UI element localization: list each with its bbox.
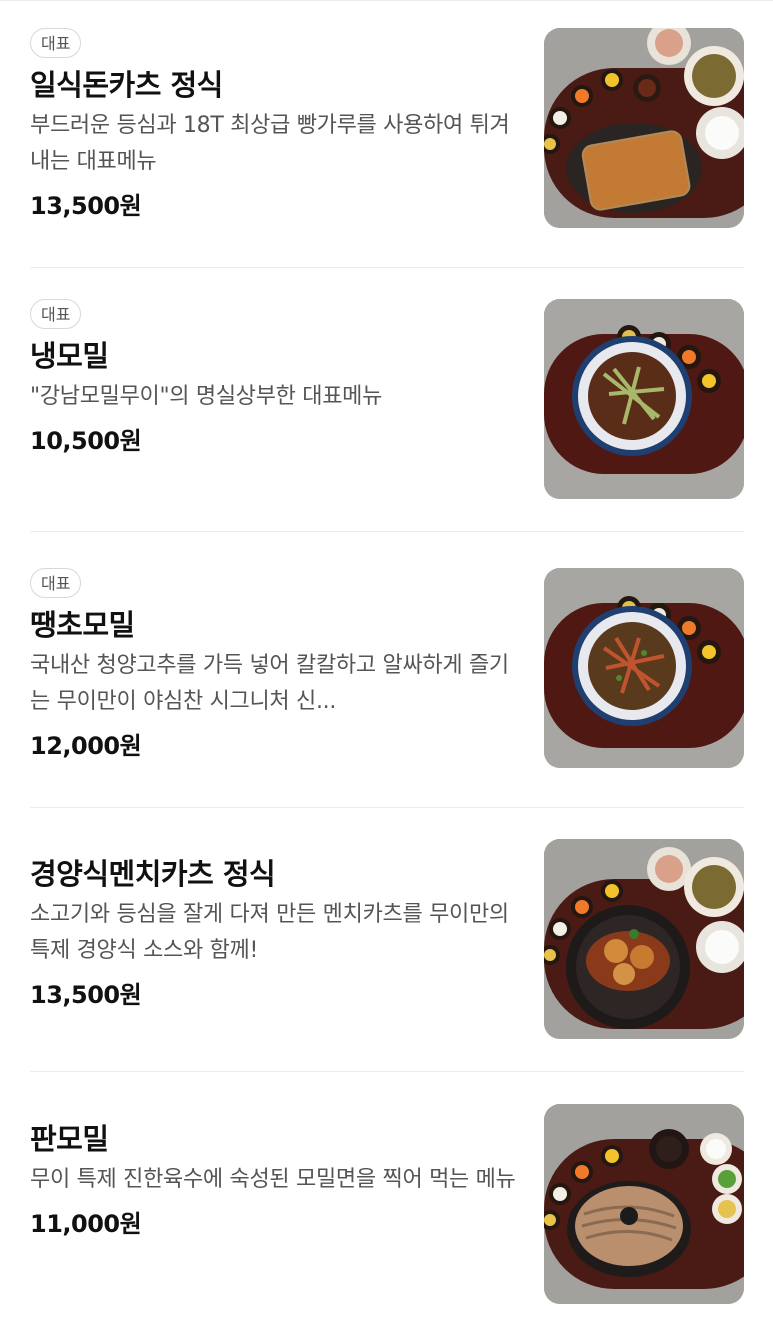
menu-item-price: 13,500원	[30, 192, 142, 220]
menu-item-price: 11,000원	[30, 1210, 142, 1238]
menu-item-info: 대표 냉모밀 "강남모밀무이"의 명실상부한 대표메뉴 10,500원	[30, 299, 520, 456]
menu-item-description: 무이 특제 진한육수에 숙성된 모밀면을 찍어 먹는 메뉴	[30, 1167, 516, 1192]
menchi-katsu-set-photo	[544, 839, 744, 1039]
menu-item[interactable]: 대표 땡초모밀 국내산 청양고추를 가득 넣어 칼칼하고 알싸하게 즐기는 무이…	[30, 568, 744, 768]
menu-item-name: 일식돈카츠 정식	[30, 68, 223, 102]
menu-item-photo[interactable]	[544, 1104, 744, 1304]
menu-item-name: 경양식멘치카츠 정식	[30, 857, 276, 891]
menu-item-photo[interactable]	[544, 839, 744, 1039]
menu-item[interactable]: 대표 일식돈카츠 정식 부드러운 등심과 18T 최상급 빵가루를 사용하여 튀…	[30, 28, 744, 228]
top-divider	[0, 0, 773, 1]
menu-item-description: 소고기와 등심을 잘게 다져 만든 멘치카츠를 무이만의 특제 경양식 소스와 …	[30, 902, 509, 963]
tonkatsu-set-photo	[544, 28, 744, 228]
menu-item[interactable]: 경양식멘치카츠 정식 소고기와 등심을 잘게 다져 만든 멘치카츠를 무이만의 …	[30, 839, 744, 1039]
item-divider	[30, 531, 744, 532]
menu-item[interactable]: 판모밀 무이 특제 진한육수에 숙성된 모밀면을 찍어 먹는 메뉴 11,000…	[30, 1104, 744, 1304]
menu-item-description: 국내산 청양고추를 가득 넣어 칼칼하고 알싸하게 즐기는 무이만이 야심찬 시…	[30, 653, 509, 714]
signature-badge: 대표	[30, 299, 82, 329]
menu-item-description: "강남모밀무이"의 명실상부한 대표메뉴	[30, 384, 383, 409]
menu-item[interactable]: 대표 냉모밀 "강남모밀무이"의 명실상부한 대표메뉴 10,500원	[30, 299, 744, 499]
item-divider	[30, 267, 744, 268]
signature-badge: 대표	[30, 568, 82, 598]
cold-soba-photo	[544, 299, 744, 499]
menu-item-photo[interactable]	[544, 28, 744, 228]
menu-item-name: 땡초모밀	[30, 608, 135, 642]
menu-item-info: 경양식멘치카츠 정식 소고기와 등심을 잘게 다져 만든 멘치카츠를 무이만의 …	[30, 855, 520, 1010]
menu-item-price: 10,500원	[30, 427, 142, 455]
menu-item-price: 12,000원	[30, 732, 142, 760]
menu-item-photo[interactable]	[544, 299, 744, 499]
menu-item-photo[interactable]	[544, 568, 744, 768]
signature-badge: 대표	[30, 28, 82, 58]
item-divider	[30, 807, 744, 808]
menu-item-name: 판모밀	[30, 1122, 109, 1156]
menu-item-price: 13,500원	[30, 981, 142, 1009]
tray-soba-photo	[544, 1104, 744, 1304]
menu-item-description: 부드러운 등심과 18T 최상급 빵가루를 사용하여 튀겨내는 대표메뉴	[30, 113, 510, 174]
menu-item-info: 대표 일식돈카츠 정식 부드러운 등심과 18T 최상급 빵가루를 사용하여 튀…	[30, 28, 520, 221]
menu-item-info: 판모밀 무이 특제 진한육수에 숙성된 모밀면을 찍어 먹는 메뉴 11,000…	[30, 1120, 520, 1239]
menu-item-name: 냉모밀	[30, 339, 109, 373]
item-divider	[30, 1071, 744, 1072]
menu-item-info: 대표 땡초모밀 국내산 청양고추를 가득 넣어 칼칼하고 알싸하게 즐기는 무이…	[30, 568, 520, 761]
spicy-soba-photo	[544, 568, 744, 768]
